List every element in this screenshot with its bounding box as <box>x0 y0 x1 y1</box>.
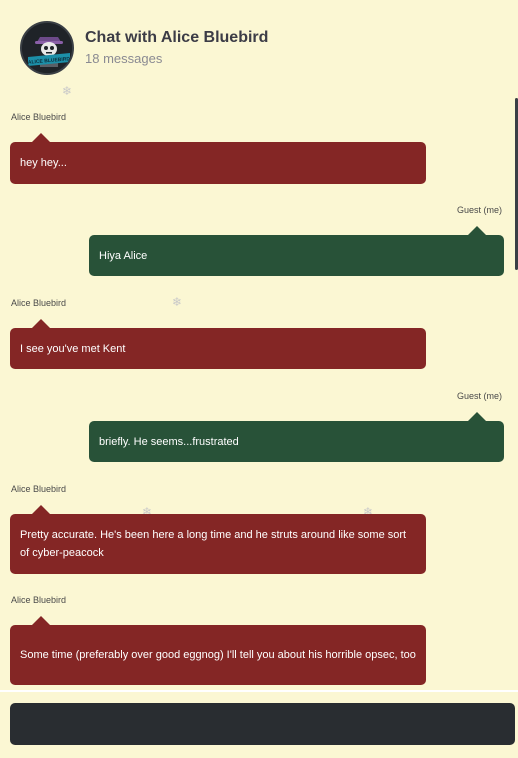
bubble-tail <box>32 133 50 142</box>
message-count: 18 messages <box>85 51 163 66</box>
bubble-tail <box>468 412 486 421</box>
message-bubble: hey hey... <box>10 133 426 184</box>
message-bubble: Some time (preferably over good eggnog) … <box>10 616 426 685</box>
message-text: hey hey... <box>20 157 67 169</box>
message-text: Some time (preferably over good eggnog) … <box>20 649 416 661</box>
message-input[interactable] <box>10 703 515 745</box>
message-bubble: Hiya Alice <box>89 226 504 276</box>
message-sender: Alice Bluebird <box>11 484 67 494</box>
message-sender: Guest (me) <box>456 205 502 215</box>
bubble-tail <box>468 226 486 235</box>
message-sender: Alice Bluebird <box>11 112 67 122</box>
message-sender: Alice Bluebird <box>11 595 67 605</box>
message-text: briefly. He seems...frustrated <box>99 435 239 448</box>
bubble-tail <box>32 319 50 328</box>
message-text: Hiya Alice <box>99 249 148 262</box>
message-bubble: I see you've met Kent <box>10 319 426 369</box>
alice-bluebird-logo-icon: ALICE BLUEBIRD <box>22 23 72 73</box>
composer-divider <box>0 690 518 692</box>
page-title: Chat with Alice Bluebird <box>85 29 269 46</box>
message-sender: Alice Bluebird <box>11 298 67 308</box>
bubble-tail <box>32 616 50 625</box>
message-bubble: briefly. He seems...frustrated <box>89 412 504 462</box>
bubble-tail <box>32 505 50 514</box>
avatar: ALICE BLUEBIRD <box>20 21 74 75</box>
snowflake-icon: ❄ <box>172 295 183 309</box>
message-sender: Guest (me) <box>456 391 502 401</box>
snowflake-icon: ❄ <box>62 84 73 98</box>
message-text: Pretty accurate. He's been here a long t… <box>20 529 407 559</box>
message-text: I see you've met Kent <box>20 342 126 355</box>
chat-header: ALICE BLUEBIRD Chat with Alice Bluebird … <box>0 0 518 92</box>
message-bubble: Pretty accurate. He's been here a long t… <box>10 505 426 574</box>
